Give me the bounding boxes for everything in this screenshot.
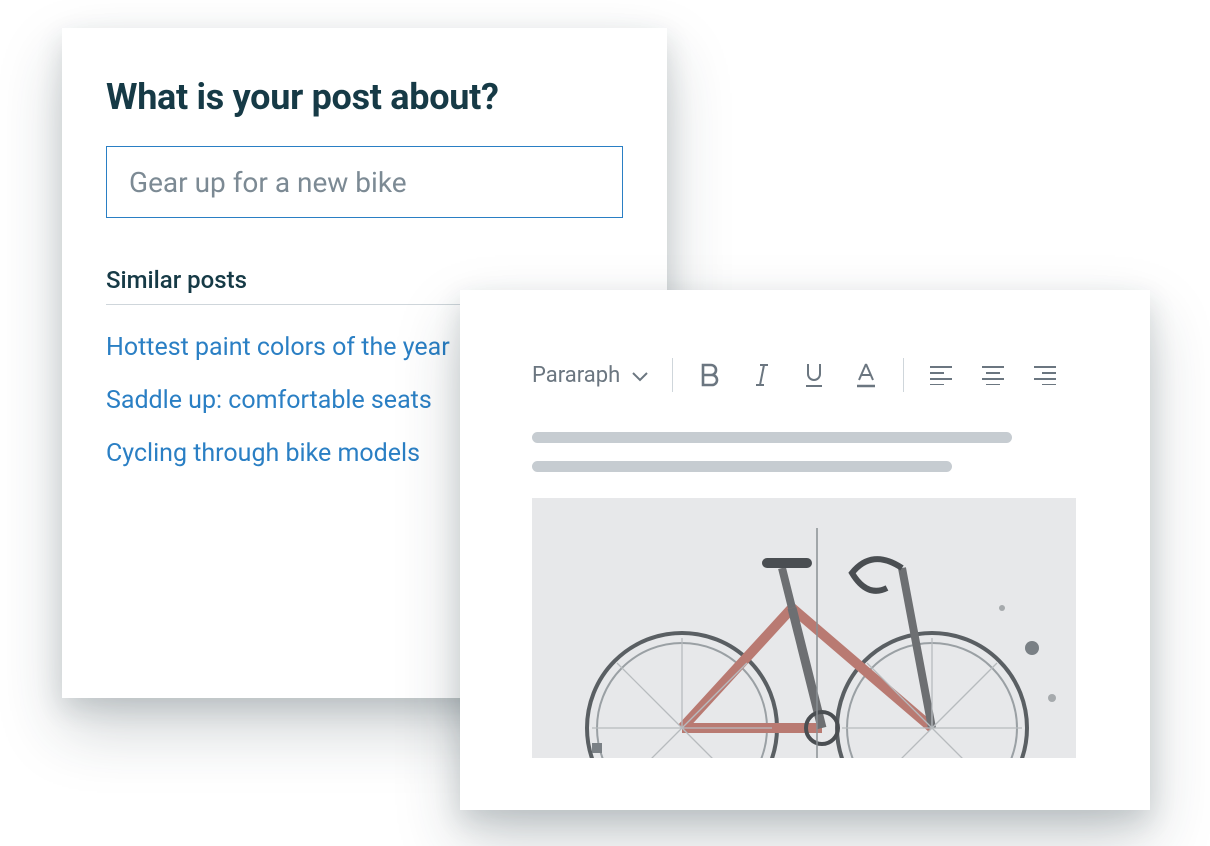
post-topic-heading: What is your post about? <box>106 76 623 118</box>
toolbar-divider <box>903 358 904 392</box>
editor-image[interactable] <box>532 498 1076 758</box>
placeholder-line <box>532 461 952 472</box>
editor-content-placeholder <box>532 432 1078 472</box>
text-format-group <box>697 360 879 390</box>
paragraph-style-select[interactable]: Pararaph <box>532 363 648 388</box>
italic-icon[interactable] <box>749 360 775 390</box>
bold-icon[interactable] <box>697 360 723 390</box>
post-topic-input[interactable] <box>106 146 623 218</box>
alignment-group <box>928 360 1058 390</box>
align-center-icon[interactable] <box>980 360 1006 390</box>
rich-text-editor-card: Pararaph <box>460 290 1150 810</box>
paragraph-style-label: Pararaph <box>532 363 620 388</box>
toolbar-divider <box>672 358 673 392</box>
editor-toolbar: Pararaph <box>532 358 1078 392</box>
align-right-icon[interactable] <box>1032 360 1058 390</box>
text-color-icon[interactable] <box>853 360 879 390</box>
underline-icon[interactable] <box>801 360 827 390</box>
chevron-down-icon <box>632 363 648 388</box>
placeholder-line <box>532 432 1012 443</box>
align-left-icon[interactable] <box>928 360 954 390</box>
